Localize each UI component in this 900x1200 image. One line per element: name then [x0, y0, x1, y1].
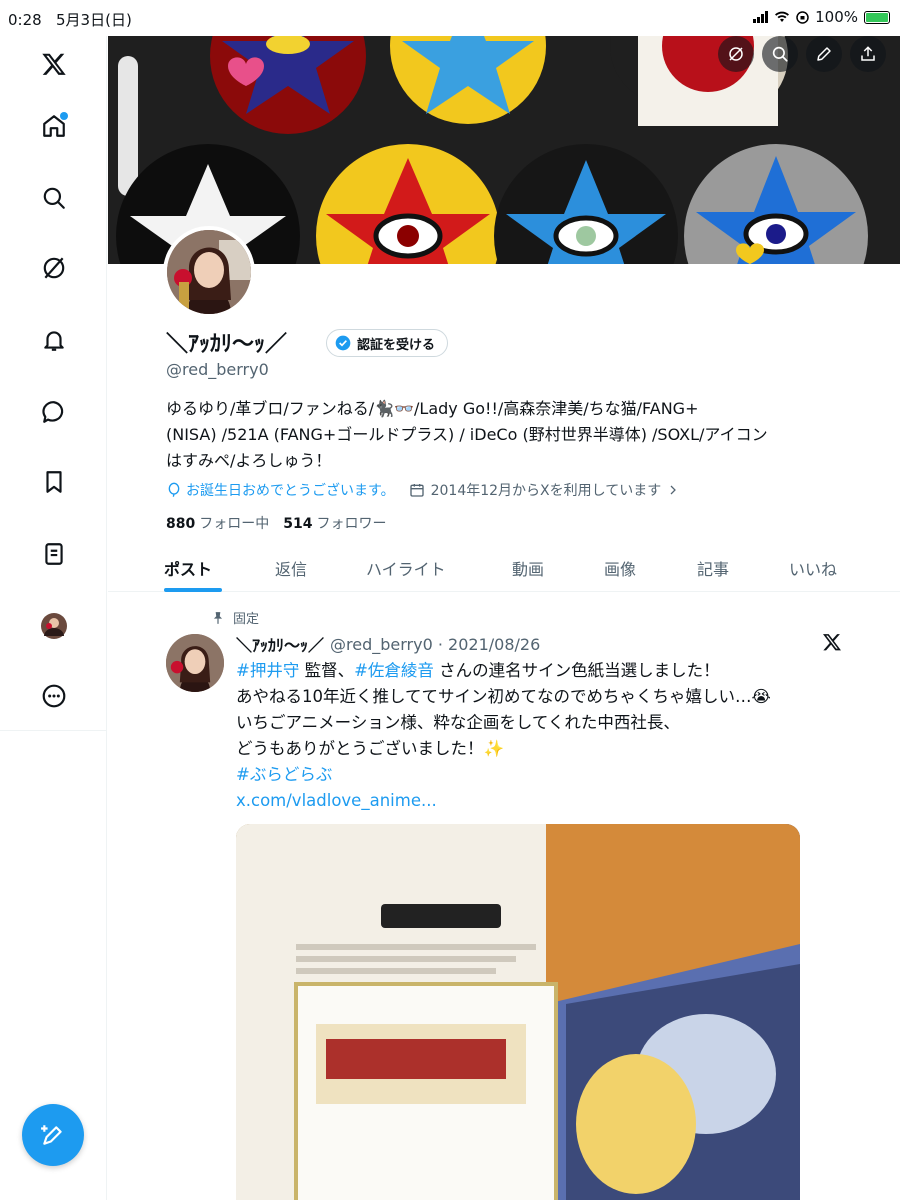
- joined-date[interactable]: 2014年12月からXを利用しています: [409, 480, 680, 500]
- tab-highlights[interactable]: ハイライト: [366, 556, 446, 580]
- edit-banner-button[interactable]: [806, 36, 842, 72]
- status-bar: 0:28 5月3日(日) 100%: [0, 0, 900, 36]
- messages-icon[interactable]: [34, 392, 74, 432]
- notification-dot: [60, 112, 68, 120]
- more-icon[interactable]: [34, 676, 74, 716]
- battery-icon: [864, 10, 890, 24]
- joined-text: 2014年12月からXを利用しています: [430, 483, 662, 499]
- followers-label: フォロワー: [316, 516, 387, 532]
- signal-icon: [753, 11, 769, 23]
- tweet-line: #押井守 監督、#佐倉綾音 さんの連名サイン色紙当選しました！: [236, 658, 836, 684]
- tab-likes[interactable]: いいね: [789, 556, 837, 580]
- tweet-text-segment: さんの連名サイン色紙当選しました！: [433, 661, 720, 680]
- tweet-author-name[interactable]: ＼ｱｯｶﾘ〜ｯ／: [236, 632, 324, 656]
- tweet-line: いちごアニメーション様、粋な企画をしてくれた中西社長、: [236, 713, 680, 732]
- pin-icon: [213, 611, 223, 624]
- battery-percent: 100%: [815, 8, 858, 26]
- profile-avatar-icon[interactable]: [34, 606, 74, 646]
- birthday-message[interactable]: お誕生日おめでとうございます。: [166, 480, 395, 500]
- pinned-label: 固定: [233, 612, 260, 627]
- bio-line: (NISA) /521A (FANG+ゴールドプラス) / iDeCo (野村世…: [166, 425, 768, 444]
- grok-explain-button[interactable]: [822, 632, 842, 656]
- orientation-lock-icon: [796, 10, 809, 24]
- tab-articles[interactable]: 記事: [697, 556, 729, 580]
- bio-line: ゆるゆり/革ブロ/ファンねる/🐈‍⬛👓/Lady Go!!/高森奈津美/ちな猫/…: [166, 399, 699, 418]
- tweet-text-segment: 監督、: [299, 661, 355, 680]
- tweet-author-avatar[interactable]: [166, 634, 224, 692]
- x-logo-icon: [823, 634, 841, 651]
- status-icons: 100%: [753, 8, 890, 26]
- get-verified-label: 認証を受ける: [357, 337, 436, 353]
- profile-main: ＼ｱｯｶﾘ〜ｯ／ 認証を受ける @red_berry0 ゆるゆり/革ブロ/ファン…: [108, 36, 900, 1200]
- profile-handle: @red_berry0: [166, 360, 269, 379]
- grok-icon[interactable]: [34, 248, 74, 288]
- tab-images[interactable]: 画像: [604, 556, 636, 580]
- x-logo-icon[interactable]: [34, 44, 74, 84]
- follow-stats: 880 フォロー中 514 フォロワー: [166, 513, 386, 533]
- profile-tabs: ポスト 返信 ハイライト 動画 画像 記事 いいね: [108, 546, 900, 592]
- profile-bio: ゆるゆり/革ブロ/ファンねる/🐈‍⬛👓/Lady Go!!/高森奈津美/ちな猫/…: [166, 396, 846, 474]
- tweet-text: #押井守 監督、#佐倉綾音 さんの連名サイン色紙当選しました！ あやねる10年近…: [236, 658, 836, 814]
- profile-name: ＼ｱｯｶﾘ〜ｯ／: [166, 332, 288, 357]
- bookmarks-icon[interactable]: [34, 462, 74, 502]
- hashtag-link[interactable]: #押井守: [236, 661, 299, 680]
- hashtag-link[interactable]: #佐倉綾音: [354, 661, 434, 680]
- birthday-text: お誕生日おめでとうございます。: [186, 483, 395, 499]
- tab-posts[interactable]: ポスト: [164, 556, 212, 580]
- wifi-icon: [775, 11, 790, 22]
- pinned-indicator: 固定: [211, 608, 259, 627]
- grok-banner-button[interactable]: [718, 36, 754, 72]
- tweet-photo: [236, 824, 800, 1200]
- search-icon[interactable]: [34, 178, 74, 218]
- sidebar: [0, 36, 107, 1200]
- profile-avatar[interactable]: [163, 226, 255, 318]
- verified-badge-icon: [335, 335, 351, 351]
- followers-count: 514: [283, 516, 313, 532]
- home-icon[interactable]: [34, 106, 74, 146]
- tweet-header: ＼ｱｯｶﾘ〜ｯ／ @red_berry0 · 2021/08/26: [236, 632, 540, 656]
- tab-videos[interactable]: 動画: [512, 556, 544, 580]
- lists-icon[interactable]: [34, 534, 74, 574]
- sidebar-divider: [0, 730, 107, 731]
- get-verified-button[interactable]: 認証を受ける: [326, 329, 449, 357]
- calendar-icon: [409, 484, 424, 497]
- bio-line: はすみペ/よろしゅう！: [166, 451, 332, 470]
- balloon-icon: [168, 482, 180, 497]
- compose-button[interactable]: [22, 1104, 84, 1166]
- compose-plus-icon: [41, 1125, 62, 1145]
- tab-replies[interactable]: 返信: [275, 556, 307, 580]
- search-icon: [772, 46, 788, 62]
- tweet-handle-date[interactable]: @red_berry0 · 2021/08/26: [330, 635, 540, 654]
- share-icon: [861, 46, 875, 61]
- notifications-icon[interactable]: [34, 320, 74, 360]
- tweet-line: どうもありがとうございました！✨: [236, 739, 505, 758]
- tweet-line: あやねる10年近く推しててサイン初めてなのでめちゃくちゃ嬉しい…😭: [236, 687, 771, 706]
- hashtag-link[interactable]: #ぶらどらぶ: [236, 762, 836, 788]
- share-banner-button[interactable]: [850, 36, 886, 72]
- grok-icon: [729, 47, 743, 61]
- followers-link[interactable]: 514 フォロワー: [283, 513, 386, 533]
- chevron-right-icon: [670, 485, 677, 495]
- banner-actions: [718, 36, 886, 72]
- edit-pencil-icon: [817, 47, 831, 61]
- profile-meta: お誕生日おめでとうございます。 2014年12月からXを利用しています: [166, 480, 679, 500]
- active-tab-indicator: [164, 588, 222, 592]
- tweet-url-link[interactable]: x.com/vladlove_anime...: [236, 788, 836, 814]
- following-label: フォロー中: [199, 516, 270, 532]
- search-banner-button[interactable]: [762, 36, 798, 72]
- tweet-media-image[interactable]: [236, 824, 800, 1200]
- status-time: 0:28 5月3日(日): [8, 11, 132, 29]
- following-link[interactable]: 880 フォロー中: [166, 513, 269, 533]
- following-count: 880: [166, 516, 196, 532]
